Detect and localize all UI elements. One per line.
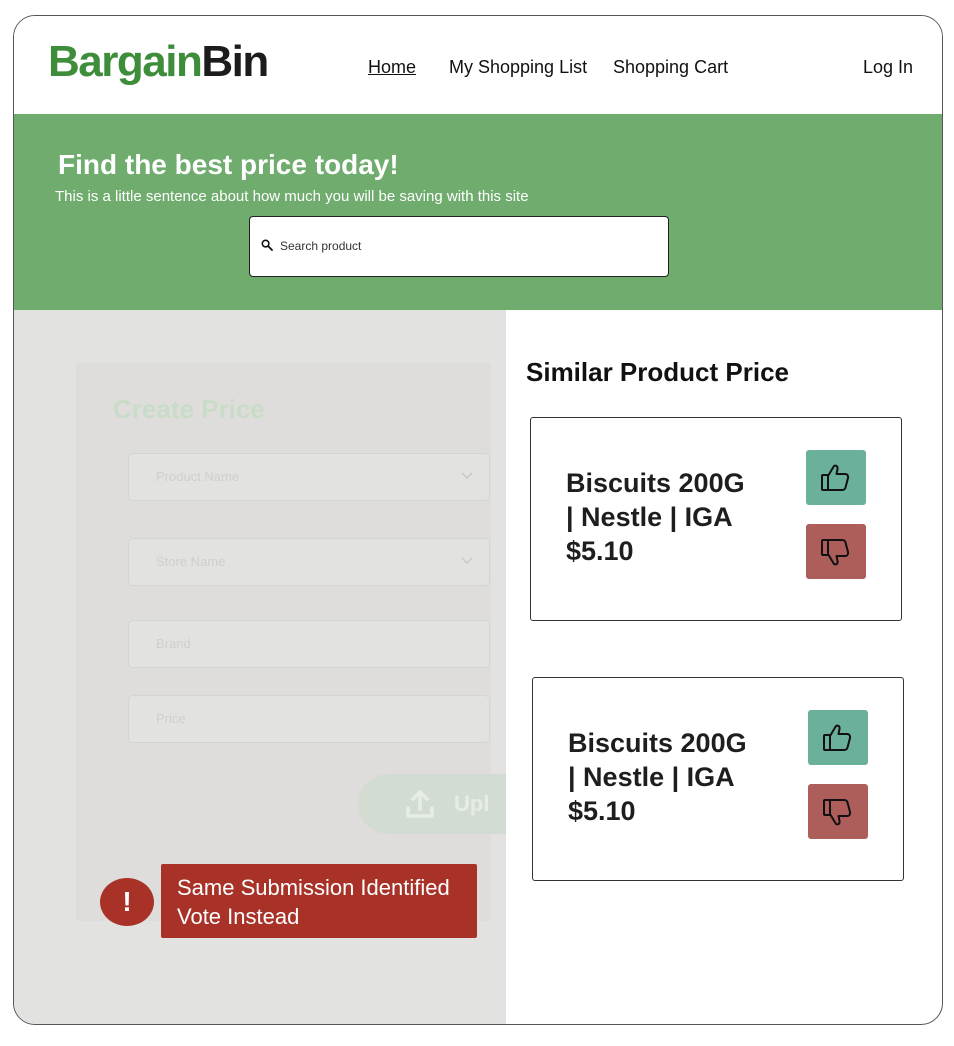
nav-shopping-list-link[interactable]: My Shopping List [449, 56, 587, 78]
product-name-select[interactable]: Product Name [128, 453, 490, 501]
hero-title: Find the best price today! [58, 149, 399, 180]
product-price-card: Biscuits 200G | Nestle | IGA $5.10 [532, 677, 904, 881]
exclamation-icon: ! [100, 878, 154, 926]
login-link[interactable]: Log In [863, 56, 913, 78]
nav-home-link[interactable]: Home [368, 56, 416, 78]
duplicate-submission-alert: Same Submission Identified Vote Instead [161, 864, 477, 938]
thumbs-down-icon [821, 539, 850, 566]
top-navigation: BargainBin Home My Shopping List Shoppin… [14, 16, 942, 114]
form-title: Create Price [113, 394, 265, 424]
app-window: BargainBin Home My Shopping List Shoppin… [13, 15, 943, 1025]
similar-products-title: Similar Product Price [526, 357, 789, 387]
product-brand-store: | Nestle | IGA [566, 502, 733, 532]
brand-field[interactable]: Brand [128, 620, 490, 668]
downvote-button[interactable] [806, 524, 866, 579]
product-price: $5.10 [568, 796, 636, 826]
product-info: Biscuits 200G | Nestle | IGA $5.10 [568, 726, 788, 828]
price-label: Price [156, 711, 186, 726]
thumbs-down-icon [823, 799, 852, 826]
product-brand-store: | Nestle | IGA [568, 762, 735, 792]
logo-word-bargain: Bargain [48, 37, 203, 86]
upload-icon [406, 790, 434, 818]
alert-line-1: Same Submission Identified [177, 875, 450, 900]
upvote-button[interactable] [808, 710, 868, 765]
product-info: Biscuits 200G | Nestle | IGA $5.10 [566, 466, 786, 568]
downvote-button[interactable] [808, 784, 868, 839]
search-bar[interactable] [249, 216, 669, 277]
hero-banner: Find the best price today! This is a lit… [14, 114, 942, 310]
logo-word-bin: Bin [201, 37, 269, 86]
search-icon [261, 239, 273, 251]
search-input[interactable] [280, 237, 650, 255]
chevron-down-icon [461, 472, 473, 480]
store-name-select[interactable]: Store Name [128, 538, 490, 586]
upload-label: Upl [454, 791, 490, 816]
store-name-label: Store Name [156, 554, 226, 569]
upvote-button[interactable] [806, 450, 866, 505]
chevron-down-icon [461, 557, 473, 565]
price-field[interactable]: Price [128, 695, 490, 743]
create-price-form: Create Price Product Name Store Name Bra… [76, 363, 506, 921]
thumbs-up-icon [823, 724, 852, 751]
product-price: $5.10 [566, 536, 634, 566]
hero-subtitle: This is a little sentence about how much… [55, 188, 529, 205]
product-price-card: Biscuits 200G | Nestle | IGA $5.10 [530, 417, 902, 621]
product-name: Biscuits 200G [568, 728, 747, 758]
upload-button[interactable]: Upl [358, 774, 506, 834]
product-name-label: Product Name [156, 469, 240, 484]
logo[interactable]: BargainBin [48, 37, 269, 86]
thumbs-up-icon [821, 464, 850, 491]
product-name: Biscuits 200G [566, 468, 745, 498]
nav-shopping-cart-link[interactable]: Shopping Cart [613, 56, 728, 78]
create-price-overlay: Create Price Product Name Store Name Bra… [14, 310, 506, 1024]
alert-line-2: Vote Instead [177, 904, 300, 929]
brand-label: Brand [156, 636, 191, 651]
